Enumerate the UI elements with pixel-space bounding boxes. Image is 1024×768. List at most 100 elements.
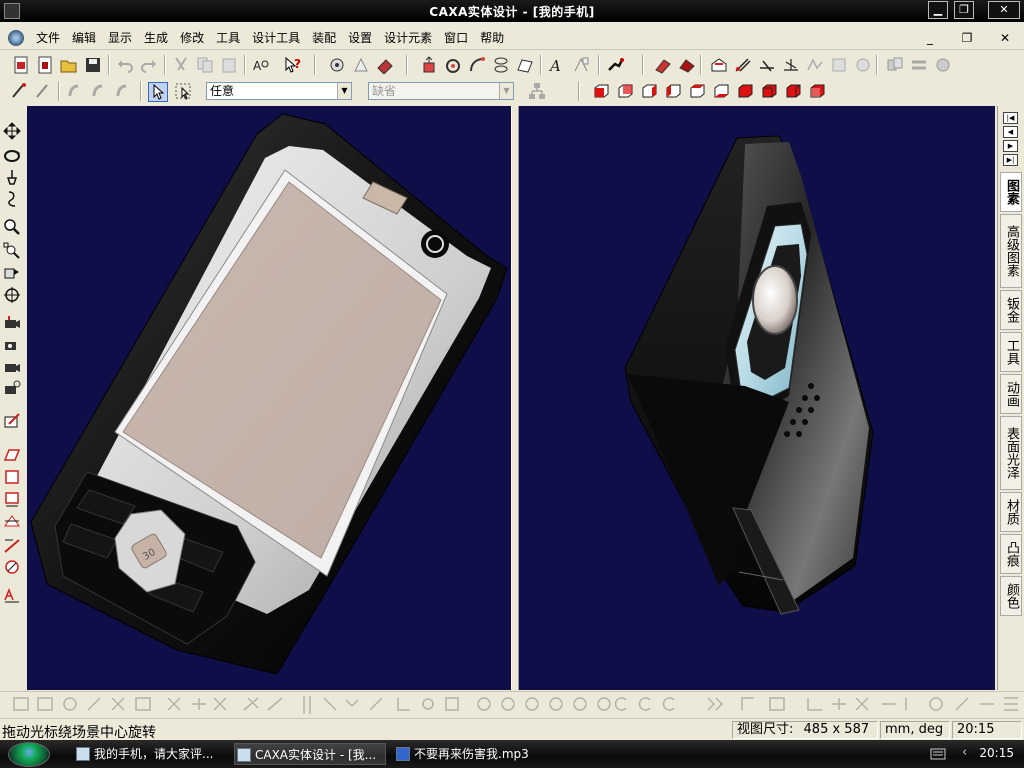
pick-icon[interactable] [10, 82, 28, 100]
section-view-icon[interactable] [3, 490, 21, 508]
tab-color[interactable]: 颜色 [1000, 576, 1022, 616]
close-button[interactable]: ✕ [988, 1, 1020, 19]
view-back-icon[interactable] [616, 82, 634, 100]
tab-tools[interactable]: 工具 [1000, 332, 1022, 372]
chamfer-icon[interactable] [678, 56, 696, 74]
light-icon[interactable] [3, 536, 21, 554]
view-iso2-icon[interactable] [760, 82, 778, 100]
orbit-icon[interactable] [3, 146, 21, 164]
split-icon[interactable] [758, 56, 776, 74]
view-front-icon[interactable] [592, 82, 610, 100]
tab-advanced-shapes[interactable]: 高级图素 [1000, 214, 1022, 288]
loft-icon[interactable] [492, 56, 510, 74]
tab-material[interactable]: 材质 [1000, 492, 1022, 532]
target-icon[interactable] [3, 286, 21, 304]
tab-surface-finish[interactable]: 表面光泽 [1000, 416, 1022, 490]
annotate-icon[interactable] [3, 586, 21, 604]
menu-window[interactable]: 窗口 [438, 30, 474, 46]
clock[interactable]: 20:15 [979, 746, 1014, 760]
tray-expand-icon[interactable]: ‹ [962, 745, 967, 760]
draft-icon[interactable] [734, 56, 752, 74]
doc-restore-button[interactable]: ❐ [955, 29, 979, 47]
title-bar[interactable]: CAXA实体设计 - [我的手机] ▁ ❐ ✕ [0, 0, 1024, 22]
copy-icon[interactable] [196, 56, 214, 74]
fillet-icon[interactable] [654, 56, 672, 74]
view-top-icon[interactable] [688, 82, 706, 100]
find-icon[interactable]: A [252, 56, 270, 74]
menu-settings[interactable]: 设置 [342, 30, 378, 46]
zoom-window-icon[interactable] [3, 242, 21, 260]
tab-next-icon[interactable]: ▶ [1003, 140, 1018, 152]
dynamic-zoom-icon[interactable] [3, 190, 21, 208]
viewport-splitter[interactable] [511, 106, 519, 690]
menu-file[interactable]: 文件 [30, 30, 66, 46]
measure-icon[interactable] [606, 56, 624, 74]
tab-prev-icon[interactable]: ◀ [1003, 126, 1018, 138]
view-right-icon[interactable] [664, 82, 682, 100]
cut-icon[interactable] [172, 56, 190, 74]
select-arrow-button[interactable] [148, 82, 168, 102]
tab-sheet-metal[interactable]: 钣金 [1000, 290, 1022, 330]
redo-icon[interactable] [140, 56, 158, 74]
smart-render-icon[interactable] [352, 56, 370, 74]
view-iso3-icon[interactable] [784, 82, 802, 100]
start-button[interactable] [8, 742, 50, 767]
view-bottom-icon[interactable] [712, 82, 730, 100]
rotate-feature-icon[interactable] [444, 56, 462, 74]
fit-view-icon[interactable] [3, 264, 21, 282]
tab-emboss[interactable]: 凸痕 [1000, 534, 1022, 574]
thread-icon[interactable] [854, 56, 872, 74]
mate-icon[interactable] [934, 56, 952, 74]
tab-shapes[interactable]: 图素 [1000, 172, 1022, 212]
taskbar-item-caxa[interactable]: CAXA实体设计 - [我... [234, 743, 386, 765]
look-at-icon[interactable] [3, 412, 21, 430]
taskbar-item-player[interactable]: 不要再来伤害我.mp3 [394, 743, 546, 765]
menu-generate[interactable]: 生成 [138, 30, 174, 46]
tab-animation[interactable]: 动画 [1000, 374, 1022, 414]
hand-body-icon[interactable] [114, 82, 132, 100]
minimize-button[interactable]: ▁ [928, 1, 948, 19]
viewport-back[interactable] [519, 106, 995, 690]
camera-zoom-icon[interactable] [3, 380, 21, 398]
render-mode-icon[interactable] [3, 512, 21, 530]
view-left-icon[interactable] [640, 82, 658, 100]
new-design-icon[interactable] [36, 56, 54, 74]
hand-pick-icon[interactable] [66, 82, 84, 100]
doc-close-button[interactable]: ✕ [993, 29, 1017, 47]
menu-design-elements[interactable]: 设计元素 [378, 30, 438, 46]
menu-design-tools[interactable]: 设计工具 [246, 30, 306, 46]
paint-icon[interactable] [376, 56, 394, 74]
view-iso4-icon[interactable] [808, 82, 826, 100]
undo-icon[interactable] [116, 56, 134, 74]
menu-display[interactable]: 显示 [102, 30, 138, 46]
text-icon[interactable]: A [548, 56, 566, 74]
tab-first-icon[interactable]: |◀ [1003, 112, 1018, 124]
doc-minimize-button[interactable]: _ [918, 29, 942, 47]
box-select-icon[interactable] [174, 82, 192, 100]
new-file-icon[interactable] [12, 56, 30, 74]
sketch-plane-icon[interactable] [3, 446, 21, 464]
section-icon[interactable] [3, 468, 21, 486]
scale-icon[interactable] [830, 56, 848, 74]
mirror-icon[interactable] [806, 56, 824, 74]
2d-sketch-icon[interactable] [572, 56, 590, 74]
menu-tools[interactable]: 工具 [210, 30, 246, 46]
taskbar-item-browser[interactable]: 我的手机，请大家评... [74, 743, 226, 765]
maximize-button[interactable]: ❐ [954, 1, 974, 19]
pick-edge-icon[interactable] [34, 82, 52, 100]
filter-dropdown[interactable]: 任意 ▼ [206, 82, 352, 100]
camera-walk-icon[interactable] [3, 358, 21, 376]
document-icon[interactable] [8, 30, 24, 46]
viewport-front[interactable]: 30 [27, 106, 511, 690]
tab-last-icon[interactable]: ▶| [1003, 154, 1018, 166]
paste-icon[interactable] [220, 56, 238, 74]
hand-face-icon[interactable] [90, 82, 108, 100]
shading-icon[interactable] [3, 558, 21, 576]
shell-icon[interactable] [710, 56, 728, 74]
menu-assembly[interactable]: 装配 [306, 30, 342, 46]
assembly-icon[interactable] [886, 56, 904, 74]
menu-modify[interactable]: 修改 [174, 30, 210, 46]
walk-icon[interactable] [3, 168, 21, 186]
surface-icon[interactable] [516, 56, 534, 74]
design-wizard-icon[interactable] [328, 56, 346, 74]
